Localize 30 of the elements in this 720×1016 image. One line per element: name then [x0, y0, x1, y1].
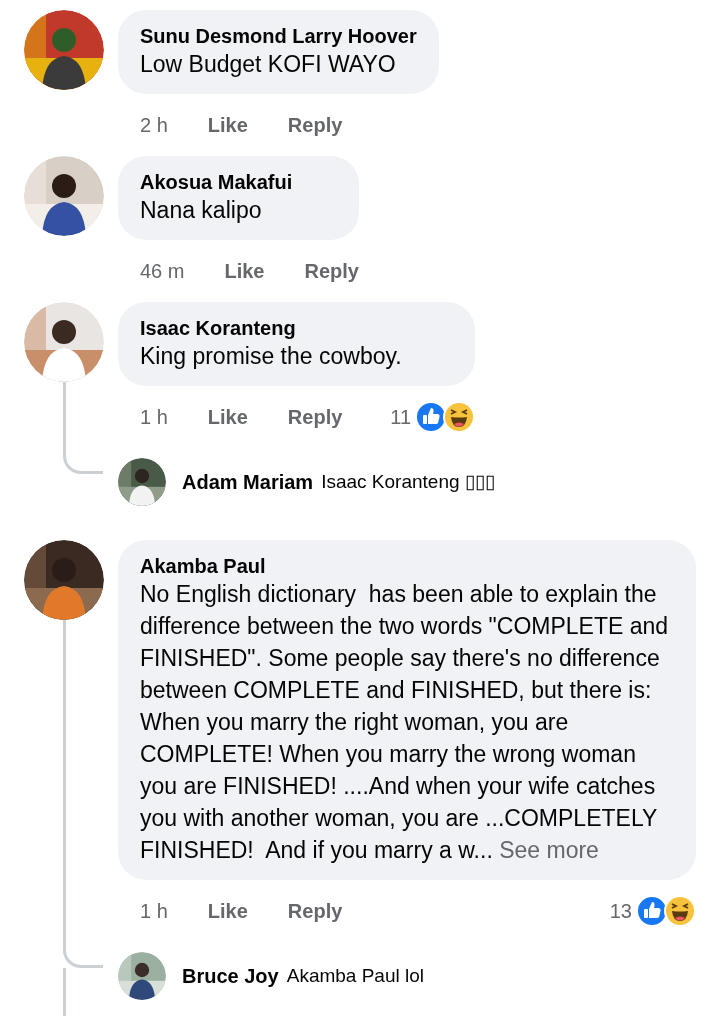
reply-author[interactable]: Bruce Joy [182, 961, 279, 991]
comment-text: No English dictionary has been able to explain the difference between the two words "COMPLETE and FINISHED". Some people say there's no difference between COMPLETE and FINISHED, but there is: When you marry the right woman, you are COMPLETE! When you marry the wrong woman you are FINISHED! ....And when your wife catches you with another woman, you are ...COMPLETELY FINISHED! And if you marry a w... See more [140, 580, 670, 865]
reply-author[interactable]: Adam Mariam [182, 467, 314, 497]
comment-author[interactable]: Akosua Makafui [140, 170, 337, 194]
like-link[interactable]: Like [207, 402, 248, 432]
comment-author[interactable]: Sunu Desmond Larry Hoover [140, 24, 417, 48]
thumbs-up-icon [636, 895, 668, 927]
reply-link[interactable]: Reply [304, 256, 359, 286]
laughing-face-icon [443, 401, 476, 433]
reply-text: Isaac Koranteng ▯▯▯ [321, 469, 495, 494]
comment-text: Low Budget KOFI WAYO [140, 50, 397, 79]
reply-text: Akamba Paul lol [286, 963, 424, 988]
reply-link[interactable]: Reply [287, 896, 343, 926]
like-link[interactable]: Like [207, 110, 248, 140]
like-link[interactable]: Like [207, 896, 248, 926]
reply-link[interactable]: Reply [287, 402, 343, 432]
reaction-count: 11 [390, 405, 412, 430]
comment-time: 1 h [140, 405, 168, 430]
comment-time: 46 m [140, 259, 185, 284]
comment-time: 1 h [140, 899, 168, 924]
comment-text: Nana kalipo [140, 196, 263, 225]
comment-time: 2 h [140, 113, 168, 138]
comment-text: King promise the cowboy. [140, 342, 403, 371]
like-link[interactable]: Like [224, 256, 265, 286]
see-more-link[interactable]: See more [499, 837, 599, 863]
comment-author[interactable]: Akamba Paul [140, 554, 674, 578]
laughing-face-icon [664, 895, 696, 927]
reaction-count: 13 [609, 899, 632, 924]
comment-author[interactable]: Isaac Koranteng [140, 316, 454, 340]
reply-link[interactable]: Reply [287, 110, 343, 140]
